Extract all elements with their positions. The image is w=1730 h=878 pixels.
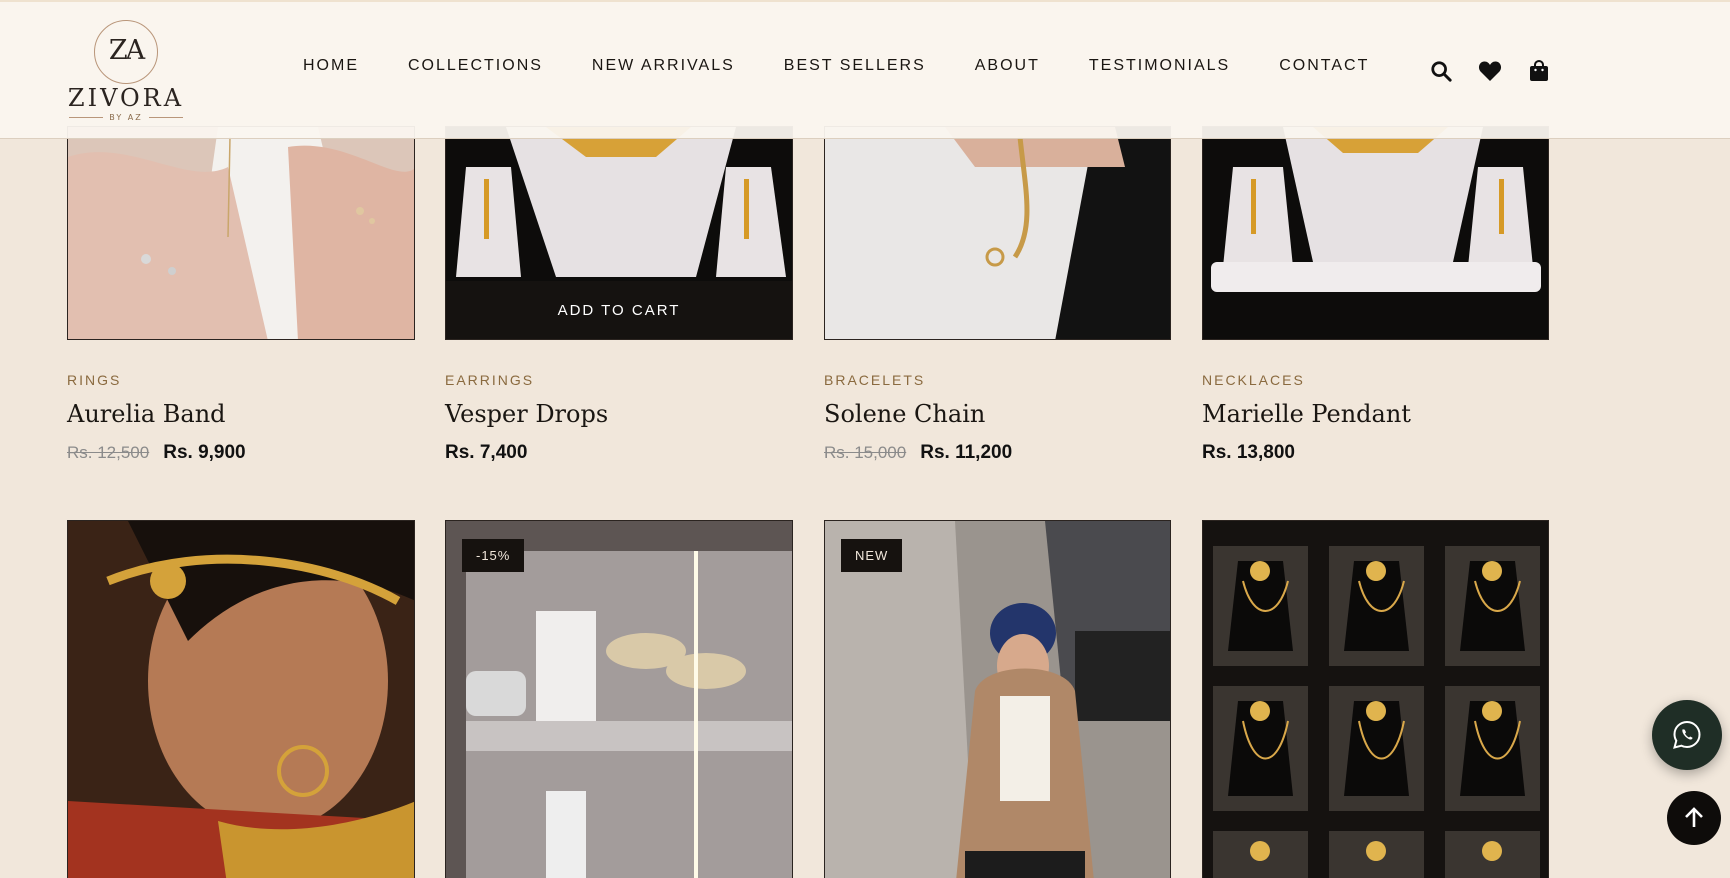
product-image-marielle-pendant[interactable] <box>1202 126 1549 340</box>
header-actions <box>1428 58 1552 84</box>
search-icon[interactable] <box>1428 58 1454 84</box>
logo-monogram: ZA <box>94 20 158 84</box>
product-prices: Rs. 12,500 Rs. 9,900 <box>67 442 414 464</box>
whatsapp-button[interactable] <box>1652 700 1722 770</box>
nav-about[interactable]: ABOUT <box>975 57 1040 75</box>
product-image-display-shelf[interactable]: -15% <box>445 520 793 878</box>
discount-badge: -15% <box>462 539 525 572</box>
add-to-cart-button[interactable]: ADD TO CART <box>446 281 792 339</box>
product-card-marielle-pendant[interactable]: NECKLACES Marielle Pendant Rs. 13,800 <box>1202 372 1549 464</box>
product-image-street-model[interactable]: NEW <box>824 520 1171 878</box>
logo-name: ZIVORA <box>67 84 185 112</box>
product-category: BRACELETS <box>824 372 926 388</box>
price: Rs. 7,400 <box>445 442 528 463</box>
bag-icon[interactable] <box>1526 58 1552 84</box>
product-card-solene-chain[interactable]: BRACELETS Solene Chain Rs. 15,000 Rs. 11… <box>824 372 1171 464</box>
nav-home[interactable]: HOME <box>303 57 359 75</box>
arrow-up-icon <box>1685 807 1703 827</box>
product-card-aurelia-band[interactable]: RINGS Aurelia Band Rs. 12,500 Rs. 9,900 <box>67 372 414 464</box>
product-prices: Rs. 15,000 Rs. 11,200 <box>824 442 1171 464</box>
main-nav: HOME COLLECTIONS NEW ARRIVALS BEST SELLE… <box>303 57 1418 75</box>
product-category: RINGS <box>67 372 122 388</box>
product-category: EARRINGS <box>445 372 535 388</box>
nav-best-sellers[interactable]: BEST SELLERS <box>784 57 926 75</box>
new-badge: NEW <box>841 539 903 572</box>
old-price: Rs. 12,500 <box>67 443 150 462</box>
product-image-solene-chain[interactable] <box>824 126 1171 340</box>
nav-collections[interactable]: COLLECTIONS <box>408 57 543 75</box>
product-category: NECKLACES <box>1202 372 1305 388</box>
product-prices: Rs. 13,800 <box>1202 442 1549 464</box>
price: Rs. 11,200 <box>920 442 1013 463</box>
product-card-vesper-drops[interactable]: EARRINGS Vesper Drops Rs. 7,400 <box>445 372 792 464</box>
product-name[interactable]: Aurelia Band <box>67 400 414 428</box>
brand-logo[interactable]: ZA ZIVORA BY AZ <box>66 20 186 128</box>
old-price: Rs. 15,000 <box>824 443 907 462</box>
product-image-bridal[interactable] <box>67 520 415 878</box>
product-image-vesper-drops[interactable]: ADD TO CART <box>445 126 793 340</box>
price: Rs. 13,800 <box>1202 442 1295 463</box>
nav-new-arrivals[interactable]: NEW ARRIVALS <box>592 57 735 75</box>
product-name[interactable]: Solene Chain <box>824 400 1171 428</box>
logo-subtitle: BY AZ <box>66 113 186 122</box>
back-to-top-button[interactable] <box>1667 791 1721 845</box>
nav-contact[interactable]: CONTACT <box>1279 57 1369 75</box>
product-name[interactable]: Marielle Pendant <box>1202 400 1549 428</box>
product-image-necklace-display[interactable] <box>1202 520 1549 878</box>
product-image-aurelia-band[interactable] <box>67 126 415 340</box>
product-name[interactable]: Vesper Drops <box>445 400 792 428</box>
price: Rs. 9,900 <box>163 442 246 463</box>
whatsapp-icon <box>1673 720 1701 749</box>
heart-icon[interactable] <box>1477 58 1503 84</box>
site-header: ZA ZIVORA BY AZ HOME COLLECTIONS NEW ARR… <box>0 0 1730 139</box>
nav-testimonials[interactable]: TESTIMONIALS <box>1089 57 1230 75</box>
product-prices: Rs. 7,400 <box>445 442 792 464</box>
